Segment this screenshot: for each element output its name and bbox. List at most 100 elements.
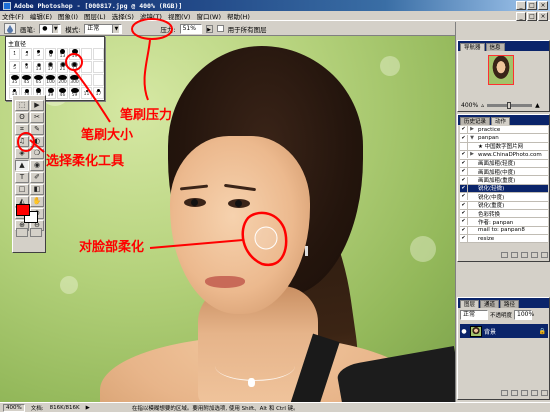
clone-stamp-tool-icon[interactable]: ◐ [30,136,44,147]
history-brush-tool-icon[interactable]: ◈ [15,148,29,159]
new-layer-button[interactable] [531,390,538,396]
checkmark-icon[interactable]: ✔ [460,218,468,226]
minimize-button[interactable]: _ [516,1,526,10]
brush-tool-icon[interactable]: ♫ [15,136,29,147]
brush-preset[interactable] [93,74,104,86]
brush-preset[interactable]: 3 [21,48,32,60]
type-tool-icon[interactable]: T [15,172,29,183]
brush-preset[interactable]: 9 [21,61,32,73]
brush-preset[interactable]: 13 [57,48,68,60]
expand-triangle-icon[interactable] [468,218,476,225]
mode-select[interactable]: 正常 ▼ [84,23,123,34]
pressure-input[interactable]: 51% [179,23,202,34]
standard-mode-button[interactable] [16,228,28,237]
healing-brush-tool-icon[interactable]: ✎ [30,124,44,135]
opacity-input[interactable]: 100% [514,310,534,320]
delete-button[interactable] [541,252,548,258]
tab-history[interactable]: 历史记录 [460,117,491,125]
maximize-button[interactable]: □ [527,1,537,10]
brush-preset[interactable]: 13 [33,61,44,73]
dodge-tool-icon[interactable]: ◉ [30,160,44,171]
checkmark-icon[interactable] [460,142,468,150]
tab-layers[interactable]: 图层 [460,300,480,308]
brush-preset[interactable]: 17 [45,61,56,73]
checkmark-icon[interactable]: ✔ [460,226,468,234]
checkmark-icon[interactable]: ✔ [460,176,468,184]
pressure-slider-toggle[interactable]: ▶ [205,24,213,33]
eraser-tool-icon[interactable]: ❍ [30,148,44,159]
delete-layer-button[interactable] [541,390,548,396]
brush-preset[interactable]: 9 [45,48,56,60]
checkmark-icon[interactable]: ✔ [460,235,468,243]
pen-tool-icon[interactable]: ✐ [30,172,44,183]
navigator-zoom-value[interactable]: 400% [461,102,478,109]
expand-triangle-icon[interactable] [468,168,476,175]
notes-tool-icon[interactable]: ◧ [30,184,44,195]
brush-preset[interactable]: 11 [81,87,92,99]
checkmark-icon[interactable]: ✔ [460,134,468,142]
expand-triangle-icon[interactable] [468,193,476,200]
action-row[interactable]: ✔ 作者: panpan [460,218,548,227]
stop-button[interactable] [501,252,508,258]
shape-tool-icon[interactable]: □ [15,184,29,195]
brush-preset[interactable]: 27 [69,61,80,73]
tab-paths[interactable]: 路径 [500,300,520,308]
brush-picker-panel[interactable]: 主直径 135913195913172127354565100200300142… [5,36,105,101]
expand-triangle-icon[interactable] [468,235,476,242]
menu-view[interactable]: 视图(V) [168,11,191,21]
menu-file[interactable]: 文件(F) [2,11,24,21]
brush-preset[interactable] [93,61,104,73]
checkmark-icon[interactable]: ✔ [460,210,468,218]
eye-icon[interactable]: ● [460,328,468,335]
zoom-in-icon[interactable]: ▲ [535,102,540,109]
expand-triangle-icon[interactable] [468,177,476,184]
status-arrow-icon[interactable]: ▶ [86,405,90,411]
brush-preset[interactable] [81,61,92,73]
expand-triangle-icon[interactable]: ▶ [468,126,476,133]
brush-preset[interactable]: 17 [93,87,104,99]
checkmark-icon[interactable]: ✔ [460,151,468,159]
action-row[interactable]: ★ 中国数字图片网 [460,142,548,152]
checkmark-icon[interactable]: ✔ [460,193,468,201]
record-button[interactable] [511,252,518,258]
add-mask-button[interactable] [511,390,518,396]
checkmark-icon[interactable]: ✔ [460,168,468,176]
play-button[interactable] [521,252,528,258]
brush-preset[interactable]: 100 [45,74,56,86]
doc-maximize-button[interactable]: □ [527,12,537,21]
status-zoom[interactable]: 400% [3,403,25,412]
menu-layer[interactable]: 图层(L) [84,11,106,21]
new-set-button[interactable] [531,252,538,258]
doc-close-button[interactable]: × [538,12,548,21]
menu-image[interactable]: 图象(I) [58,11,78,21]
crop-tool-icon[interactable]: ✂ [30,112,44,123]
brush-preset[interactable]: 35 [9,74,20,86]
expand-triangle-icon[interactable]: ▼ [468,135,476,142]
tool-preset-picker[interactable] [4,23,16,34]
brush-preset[interactable] [93,48,104,60]
action-row[interactable]: ✔ resize [460,235,548,244]
menu-help[interactable]: 帮助(H) [227,11,250,21]
foreground-color-swatch[interactable] [16,204,30,216]
checkmark-icon[interactable]: ✔ [460,159,468,167]
marquee-tool-icon[interactable]: ⬚ [15,100,29,111]
expand-triangle-icon[interactable]: ▶ [468,151,476,158]
brush-preset[interactable]: 5 [33,48,44,60]
slice-tool-icon[interactable]: ⌗ [15,124,29,135]
brush-preset[interactable]: 45 [21,74,32,86]
brush-preset[interactable]: 39 [45,87,56,99]
expand-triangle-icon[interactable] [468,185,476,192]
brush-preset[interactable]: 1 [9,48,20,60]
action-row[interactable]: ✔ ▶ practice [460,126,548,135]
checkmark-icon[interactable]: ✔ [460,184,468,192]
menu-select[interactable]: 选择(S) [112,11,134,21]
new-layer-set-button[interactable] [521,390,528,396]
brush-preset[interactable]: 19 [69,48,80,60]
expand-triangle-icon[interactable] [468,210,476,217]
brush-preset[interactable]: 65 [33,74,44,86]
checkmark-icon[interactable]: ✔ [460,201,468,209]
tab-info[interactable]: 信息 [485,43,505,51]
blur-tool-icon[interactable]: ▲ [15,160,29,171]
move-tool-icon[interactable]: ▶ [30,100,44,111]
menu-window[interactable]: 窗口(W) [196,11,221,21]
